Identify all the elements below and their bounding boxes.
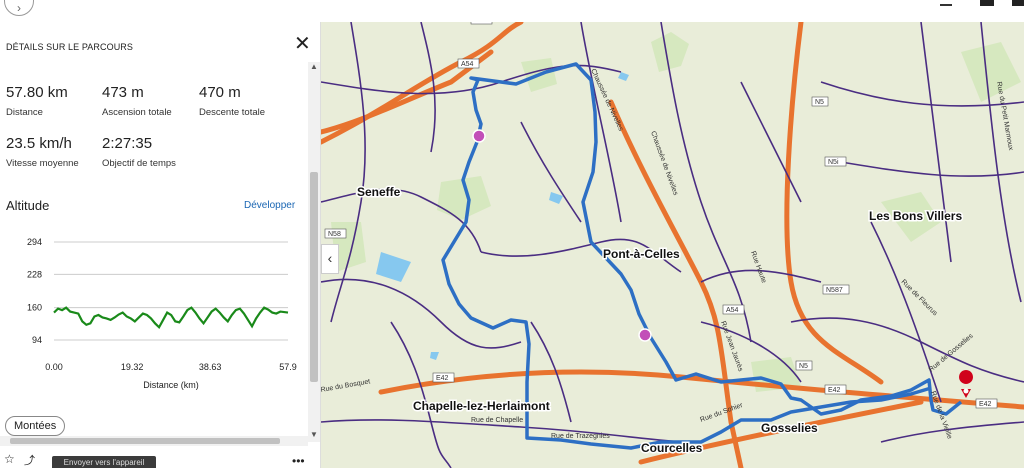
climb-markers [472,129,652,342]
street-label: Rue du Petit Marmoux [995,81,1014,151]
elevation-line [53,306,289,330]
horizontal-scrollbar[interactable] [0,436,308,446]
download-icon[interactable] [980,0,994,6]
town-label: Pont-à-Celles [603,247,680,261]
road-number: N5 [799,363,808,370]
stat-label: Objectif de temps [102,158,176,169]
road-number: N587 [826,287,843,294]
route-details-panel: DÉTAILS SUR LE PARCOURS ✕ 57.80 km Dista… [0,22,321,468]
water-bodies [376,72,629,360]
stat-value: 2:27:35 [102,135,153,152]
street-label: Rue du Bosquet [321,378,371,394]
forward-button[interactable]: › [4,0,34,16]
x-axis-label: Distance (km) [143,380,199,390]
stat-label: Distance [6,107,43,118]
road-number: E42 [979,401,992,408]
share-icon[interactable]: ⤴ [24,452,35,468]
collapse-panel-button[interactable]: ‹ [321,244,339,274]
stat-avg-speed: 23.5 km/h Vitesse moyenne [6,135,79,169]
scroll-down-icon[interactable]: ▼ [310,430,318,439]
panel-footer: ☆ ⤴ Envoyer vers l'appareil ••• [0,452,320,468]
road-number: E42 [436,375,449,382]
y-tick-label: 160 [27,303,42,313]
x-tick-label: 0.00 [45,362,63,372]
stat-descent: 470 m Descente totale [199,84,265,118]
scroll-up-icon[interactable]: ▲ [310,62,318,71]
more-icon[interactable]: ••• [292,454,305,468]
x-tick-label: 38.63 [199,362,222,372]
road-number: E19 [474,22,487,24]
road-number: N5i [828,159,839,166]
street-label: Rue de Chapelle [471,417,523,424]
vertical-scrollbar[interactable]: ▲ ▼ [308,62,320,442]
stat-label: Vitesse moyenne [6,158,79,169]
street-label: Rue de Trazegnies [551,433,610,440]
street-label: Rue de Fleurus [900,278,939,317]
stat-value: 57.80 km [6,84,68,101]
map-canvas[interactable]: A54N5N5iE42N58N587A54N5E42E42E19 Chaussé… [321,22,1024,468]
stat-time-goal: 2:27:35 Objectif de temps [102,135,176,169]
stat-value: 470 m [199,84,241,101]
star-icon[interactable]: ☆ [4,452,15,466]
x-tick-label: 19.32 [121,362,144,372]
stat-value: 23.5 km/h [6,135,72,152]
town-label: Courcelles [641,441,703,455]
y-tick-label: 228 [27,269,42,279]
top-bar: › [0,0,1024,22]
road-number: A54 [726,307,739,314]
stat-value: 473 m [102,84,144,101]
scroll-thumb[interactable] [310,172,318,382]
stat-distance: 57.80 km Distance [6,84,68,118]
y-tick-label: 294 [27,237,42,247]
road-number: N58 [328,231,341,238]
town-label: Gosselies [761,421,818,435]
road-number: A54 [461,61,474,68]
road-number: N5 [815,99,824,106]
town-label: Chapelle-lez-Herlaimont [413,399,550,413]
elevation-chart: 294 228 160 94 0.00 19.32 38.63 57.9 Distance (k… [27,237,297,390]
town-label: Seneffe [357,185,401,199]
town-labels: Seneffe Pont-à-Celles Les Bons Villers Chap… [356,184,964,457]
destination-pin-icon[interactable] [959,370,974,398]
climb-marker-icon[interactable] [638,328,652,342]
share-icon[interactable] [940,0,952,6]
print-icon[interactable] [1012,0,1024,6]
stat-ascent: 473 m Ascension totale [102,84,172,118]
altitude-title: Altitude [6,198,50,213]
street-label: Rue de Gosselies [928,332,975,373]
panel-title: DÉTAILS SUR LE PARCOURS [6,42,133,52]
x-tick-label: 57.9 [279,362,297,372]
town-label: Les Bons Villers [869,209,962,223]
street-label: Rue Haute [749,250,767,284]
climb-marker-icon[interactable] [472,129,486,143]
road-number: E42 [828,387,841,394]
pin-dot [963,388,969,394]
map-view[interactable]: A54N5N5iE42N58N587A54N5E42E42E19 Chaussé… [321,22,1024,468]
y-tick-label: 94 [32,335,42,345]
scroll-thumb[interactable] [10,438,280,444]
stat-label: Descente totale [199,107,266,118]
stat-label: Ascension totale [102,107,172,118]
send-to-device-button[interactable]: Envoyer vers l'appareil [52,456,156,468]
climbs-button[interactable]: Montées [5,416,66,436]
close-button[interactable]: ✕ [294,34,311,54]
expand-link[interactable]: Développer [244,200,295,211]
